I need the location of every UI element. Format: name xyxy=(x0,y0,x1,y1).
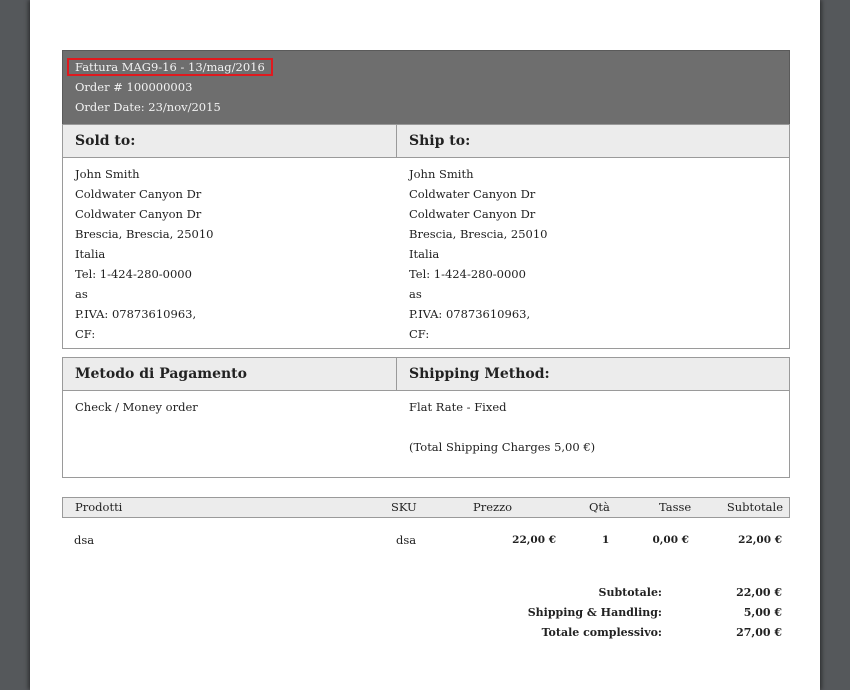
ship-to-line: P.IVA: 07873610963, xyxy=(409,307,531,321)
ship-to-line: Coldwater Canyon Dr xyxy=(409,187,536,201)
total-label: Subtotale: xyxy=(598,586,663,599)
invoice-page: Fattura MAG9-16 - 13/mag/2016 Order # 10… xyxy=(30,0,820,690)
ship-to-line: CF: xyxy=(409,327,430,341)
ship-to-line: Brescia, Brescia, 25010 xyxy=(409,227,548,241)
totals-row-subtotal: Subtotale: 22,00 € xyxy=(62,584,788,602)
payment-method-value: Check / Money order xyxy=(75,400,198,414)
method-box: Metodo di Pagamento Shipping Method: Che… xyxy=(62,357,790,478)
row-tax: 0,00 € xyxy=(652,534,689,546)
sold-to-line: John Smith xyxy=(75,167,140,181)
address-box-header: Sold to: Ship to: xyxy=(63,125,789,158)
sold-to-label: Sold to: xyxy=(75,133,136,149)
sold-to-line: Brescia, Brescia, 25010 xyxy=(75,227,214,241)
column-subtotal: Subtotale xyxy=(726,500,783,514)
payment-method-label: Metodo di Pagamento xyxy=(75,366,247,382)
order-number: Order # 100000003 xyxy=(75,80,193,94)
ship-to-line: Italia xyxy=(409,247,440,261)
column-qty: Qtà xyxy=(589,500,610,514)
ship-to-line: Tel: 1-424-280-0000 xyxy=(409,267,526,281)
address-box: Sold to: Ship to: John Smith Coldwater C… xyxy=(62,124,790,349)
total-value: 22,00 € xyxy=(736,586,782,599)
sold-to-line: Tel: 1-424-280-0000 xyxy=(75,267,192,281)
shipping-method-value: Flat Rate - Fixed xyxy=(409,400,507,414)
total-value: 5,00 € xyxy=(743,606,782,619)
sold-to-line: CF: xyxy=(75,327,96,341)
totals-row-grand-total: Totale complessivo: 27,00 € xyxy=(62,624,788,642)
shipping-method-label: Shipping Method: xyxy=(409,366,550,382)
sold-to-line: P.IVA: 07873610963, xyxy=(75,307,197,321)
method-box-header: Metodo di Pagamento Shipping Method: xyxy=(63,358,789,391)
total-label: Totale complessivo: xyxy=(541,626,662,639)
sold-to-line: Coldwater Canyon Dr xyxy=(75,207,202,221)
order-date: Order Date: 23/nov/2015 xyxy=(75,100,221,114)
ship-to-line: John Smith xyxy=(409,167,474,181)
ship-to-line: as xyxy=(409,287,422,301)
ship-to-address: John Smith Coldwater Canyon Dr Coldwater… xyxy=(409,164,547,344)
row-subtotal: 22,00 € xyxy=(738,534,782,546)
table-row: dsa dsa 22,00 € 1 0,00 € 22,00 € xyxy=(62,531,788,550)
method-box-divider xyxy=(396,358,397,390)
column-tax: Tasse xyxy=(659,500,692,514)
shipping-method: Flat Rate - Fixed (Total Shipping Charge… xyxy=(409,397,595,457)
column-price: Prezzo xyxy=(473,500,513,514)
payment-method: Check / Money order xyxy=(75,397,198,417)
row-qty: 1 xyxy=(602,534,610,546)
sold-to-line: as xyxy=(75,287,88,301)
ship-to-label: Ship to: xyxy=(409,133,471,149)
shipping-charges: (Total Shipping Charges 5,00 €) xyxy=(409,440,596,454)
row-product: dsa xyxy=(74,533,95,547)
sold-to-line: Italia xyxy=(75,247,106,261)
column-product: Prodotti xyxy=(75,500,123,514)
ship-to-line: Coldwater Canyon Dr xyxy=(409,207,536,221)
totals-row-shipping: Shipping & Handling: 5,00 € xyxy=(62,604,788,622)
items-table-header: Prodotti SKU Prezzo Qtà Tasse Subtotale xyxy=(62,497,790,518)
sold-to-address: John Smith Coldwater Canyon Dr Coldwater… xyxy=(75,164,213,344)
invoice-title: Fattura MAG9-16 - 13/mag/2016 xyxy=(67,58,273,76)
total-value: 27,00 € xyxy=(736,626,782,639)
column-sku: SKU xyxy=(391,500,417,514)
invoice-header: Fattura MAG9-16 - 13/mag/2016 Order # 10… xyxy=(62,50,790,126)
row-sku: dsa xyxy=(396,533,417,547)
sold-to-line: Coldwater Canyon Dr xyxy=(75,187,202,201)
address-box-divider xyxy=(396,125,397,157)
row-price: 22,00 € xyxy=(512,534,556,546)
total-label: Shipping & Handling: xyxy=(527,606,662,619)
